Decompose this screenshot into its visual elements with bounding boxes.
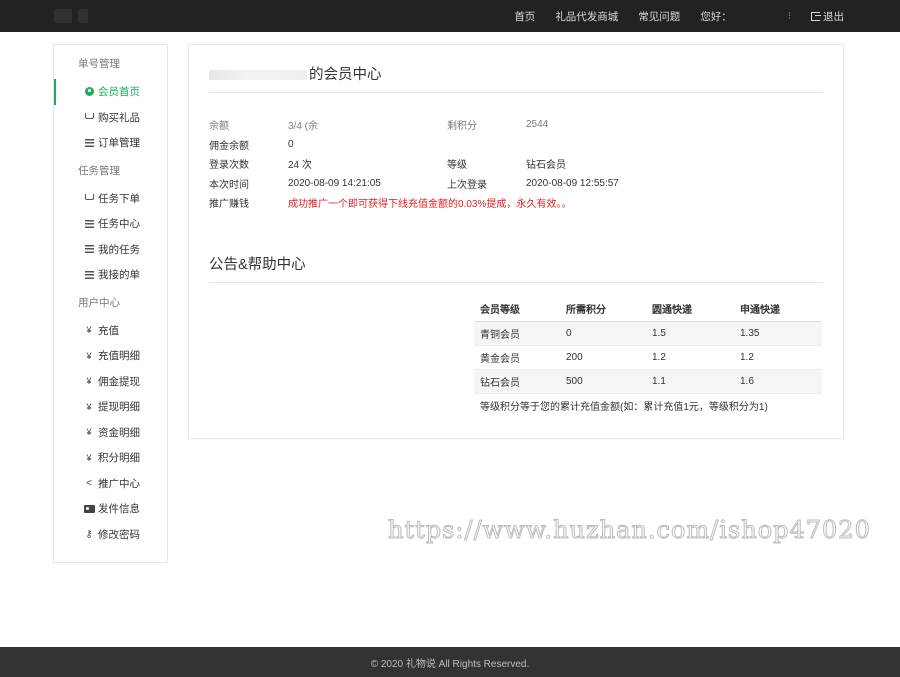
table-header-row: 会员等级 所需积分 圆通快递 申通快递 [474, 297, 822, 322]
col-header: 所需积分 [560, 297, 646, 322]
sidebar-item-buy-gifts[interactable]: 购买礼品 [54, 105, 167, 131]
share-icon: < [86, 477, 92, 489]
sidebar-item-points-detail[interactable]: ¥ 积分明细 [54, 445, 167, 471]
nav-home[interactable]: 首页 [514, 9, 535, 24]
logout-icon [811, 11, 821, 21]
key-icon: ⚷ [85, 528, 93, 540]
nav-greeting[interactable]: 您好： [700, 9, 732, 24]
cart-icon [83, 194, 95, 201]
sidebar-item-label: 订单管理 [98, 137, 140, 150]
sidebar: 单号管理 会员首页 购买礼品 订单管理 任务管理 任务下单 任务中心 我的任务 … [53, 44, 168, 563]
sidebar-item-promotion-center[interactable]: < 推广中心 [54, 471, 167, 497]
table-row: 钻石会员 500 1.1 1.6 [474, 368, 822, 393]
col-header: 申通快递 [734, 297, 822, 322]
info-row: 余额 3/4 (余 剩积分 2544 [209, 119, 549, 133]
sidebar-item-label: 资金明细 [98, 426, 140, 439]
table-row: 青铜会员 0 1.5 1.35 [474, 320, 822, 345]
card-icon [83, 504, 95, 513]
member-info: 余额 3/4 (余 剩积分 2544 佣金余额 0 登录次数 24 次 等级 钻… [209, 115, 823, 213]
watermark: https://www.huzhan.com/ishop47020 [388, 516, 871, 545]
nav-separator: ⁝ [787, 10, 791, 22]
cart-icon [83, 113, 95, 120]
sidebar-item-label: 积分明细 [98, 452, 140, 465]
sidebar-item-accepted-orders[interactable]: 我接的单 [54, 262, 167, 288]
sidebar-item-label: 修改密码 [98, 528, 140, 541]
sidebar-item-label: 充值明细 [98, 350, 140, 363]
top-navbar: 首页 礼品代发商城 常见问题 您好： ⁝ 退出 [0, 0, 900, 32]
sidebar-item-label: 任务下单 [98, 192, 140, 205]
sidebar-item-label: 我的任务 [98, 243, 140, 256]
nav-gift-shop[interactable]: 礼品代发商城 [555, 9, 618, 24]
main-panel: 的会员中心 余额 3/4 (余 剩积分 2544 佣金余额 0 登录次数 24 … [188, 44, 844, 439]
yen-icon: ¥ [86, 376, 92, 387]
table-note-row: 等级积分等于您的累计充值金额(如：累计充值1元，等级积分为1) [474, 392, 822, 417]
sidebar-item-label: 佣金提现 [98, 375, 140, 388]
yen-icon: ¥ [86, 401, 92, 412]
sidebar-item-change-password[interactable]: ⚷ 修改密码 [54, 522, 167, 548]
sidebar-item-label: 我接的单 [98, 269, 140, 282]
promo-row: 推广赚钱 成功推广一个即可获得下线充值金额的0.03%提成，永久有效。。 [209, 193, 823, 213]
list-icon [83, 245, 95, 254]
yen-icon: ¥ [86, 325, 92, 336]
sidebar-item-label: 充值 [98, 324, 119, 337]
username-redacted [209, 70, 307, 81]
sidebar-item-label: 发件信息 [98, 503, 140, 516]
member-center-title: 的会员中心 [209, 63, 823, 93]
yen-icon: ¥ [86, 350, 92, 361]
sidebar-item-my-tasks[interactable]: 我的任务 [54, 237, 167, 263]
logout-button[interactable]: 退出 [811, 9, 844, 24]
sidebar-item-commission-withdraw[interactable]: ¥ 佣金提现 [54, 369, 167, 395]
sidebar-item-task-center[interactable]: 任务中心 [54, 211, 167, 237]
sidebar-item-funds-detail[interactable]: ¥ 资金明细 [54, 420, 167, 446]
sidebar-group-tasks: 任务管理 [78, 164, 120, 177]
member-levels-table: 会员等级 所需积分 圆通快递 申通快递 青铜会员 0 1.5 1.35 黄金会员… [474, 297, 822, 417]
info-row: 登录次数 24 次 等级 钻石会员 [209, 160, 566, 172]
info-row: 佣金余额 0 [209, 138, 294, 152]
sidebar-group-orders: 单号管理 [78, 58, 120, 70]
sidebar-item-label: 购买礼品 [98, 111, 140, 124]
sidebar-item-recharge[interactable]: ¥ 充值 [54, 318, 167, 344]
col-header: 会员等级 [474, 297, 560, 322]
nav-menu: 首页 礼品代发商城 常见问题 您好： ⁝ 退出 [494, 0, 844, 32]
list-icon [83, 270, 95, 279]
user-icon [83, 87, 95, 97]
sidebar-item-label: 提现明细 [98, 401, 140, 414]
copyright-text: © 2020 礼物说 All Rights Reserved. [370, 658, 530, 670]
nav-faq[interactable]: 常见问题 [638, 9, 680, 24]
logout-label: 退出 [823, 10, 844, 23]
sidebar-item-sender-info[interactable]: 发件信息 [54, 496, 167, 522]
promo-text: 成功推广一个即可获得下线充值金额的0.03%提成，永久有效。。 [288, 199, 572, 211]
yen-icon: ¥ [86, 452, 92, 463]
list-icon [83, 138, 95, 147]
sidebar-item-label: 推广中心 [98, 477, 140, 490]
col-header: 圆通快递 [646, 297, 734, 322]
info-row: 本次时间 2020-08-09 14:21:05 上次登录 2020-08-09… [209, 177, 619, 191]
help-center-title: 公告&帮助中心 [209, 253, 823, 283]
sidebar-item-member-home[interactable]: 会员首页 [54, 79, 167, 105]
list-icon [83, 219, 95, 228]
table-note: 等级积分等于您的累计充值金额(如：累计充值1元，等级积分为1) [474, 392, 822, 417]
sidebar-group-user: 用户中心 [78, 296, 120, 309]
logo[interactable] [54, 9, 104, 23]
sidebar-item-label: 任务中心 [98, 218, 140, 231]
yen-icon: ¥ [86, 427, 92, 438]
sidebar-item-order-manage[interactable]: 订单管理 [54, 130, 167, 156]
sidebar-item-task-order[interactable]: 任务下单 [54, 186, 167, 212]
sidebar-item-withdraw-detail[interactable]: ¥ 提现明细 [54, 394, 167, 420]
footer: © 2020 礼物说 All Rights Reserved. [0, 647, 900, 677]
sidebar-item-label: 会员首页 [98, 86, 140, 99]
table-row: 黄金会员 200 1.2 1.2 [474, 344, 822, 369]
sidebar-item-recharge-detail[interactable]: ¥ 充值明细 [54, 343, 167, 369]
